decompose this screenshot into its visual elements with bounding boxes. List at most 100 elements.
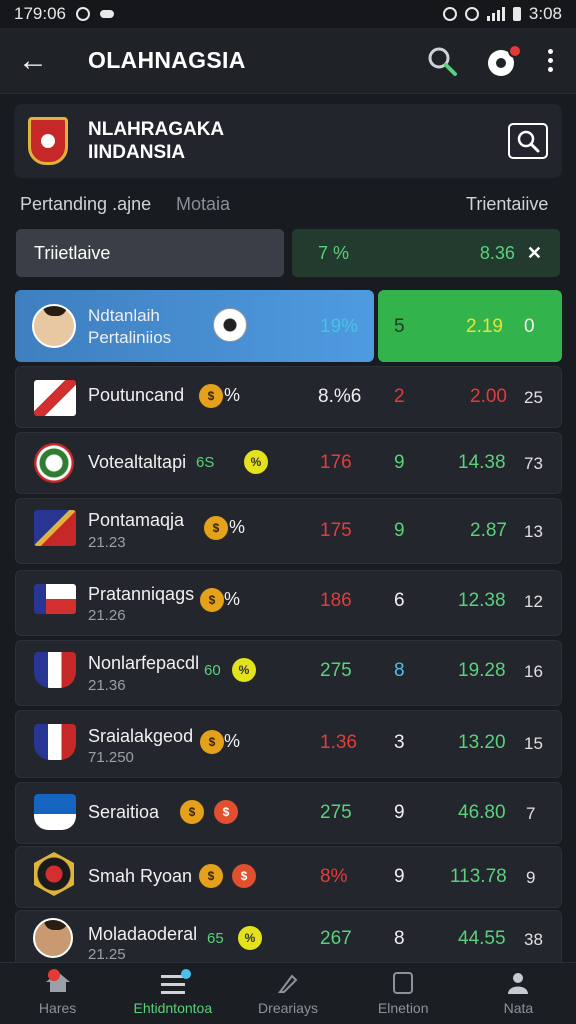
coin-icon: % xyxy=(238,926,262,950)
row-col1: 186 xyxy=(320,590,352,611)
row-col2: 9 xyxy=(394,520,405,541)
player-avatar xyxy=(33,918,73,958)
nav-profile[interactable]: Nata xyxy=(461,963,576,1024)
clipboard-icon xyxy=(393,971,414,994)
row-col2: 6 xyxy=(394,590,405,611)
coin-icon: $ xyxy=(200,588,224,612)
league-crest-icon xyxy=(28,117,68,165)
row-col3: 2.00 xyxy=(470,386,507,407)
row-col4: 7 xyxy=(526,804,536,823)
row-col4: 73 xyxy=(524,454,543,473)
row-col1: 1.36 xyxy=(320,732,357,753)
row-col3: 14.38 xyxy=(458,452,506,473)
row-col4: 38 xyxy=(524,930,543,949)
team-name: Pratanniqags xyxy=(88,584,195,604)
tab-matches[interactable]: Pertanding .ajne xyxy=(20,194,151,215)
coin-icon: $ xyxy=(232,864,256,888)
close-icon[interactable]: ✕ xyxy=(527,243,542,264)
row-tag: 60 xyxy=(204,662,221,679)
row-col1: 275 xyxy=(320,660,352,681)
row-col3: 19.28 xyxy=(458,660,506,681)
nav-election[interactable]: Elnetion xyxy=(346,963,461,1024)
team-name: Poutuncand xyxy=(88,385,185,405)
status-bar: 179:06 3:08 xyxy=(0,0,576,28)
highlight-col2: 2.19 xyxy=(466,316,503,337)
match-time: 21.26 xyxy=(88,607,126,624)
soccer-ball-icon xyxy=(213,308,247,342)
notification-icon xyxy=(76,7,90,21)
app-bar: ← OLAHNAGSIA xyxy=(0,28,576,94)
match-time: 71.250 xyxy=(88,749,134,766)
message-icon xyxy=(100,10,114,18)
filter-dropdown[interactable]: Triietlaive xyxy=(16,229,284,277)
row-tag: 6S xyxy=(196,454,215,471)
nav-draw[interactable]: Dreariays xyxy=(230,963,345,1024)
team-name: Sraialakgeod xyxy=(88,726,194,746)
row-col4: 15 xyxy=(524,734,543,753)
row-col3: 13.20 xyxy=(458,732,506,753)
player-avatar xyxy=(32,304,76,348)
coin-icon: $ xyxy=(199,864,223,888)
league-search-button[interactable] xyxy=(508,123,548,159)
team-crest-icon xyxy=(34,443,74,483)
coin-icon: $ xyxy=(204,516,228,540)
highlight-col1: 5 xyxy=(394,316,405,337)
signal-icon xyxy=(486,7,505,21)
more-menu-icon[interactable] xyxy=(548,49,554,72)
row-col4: 25 xyxy=(524,388,543,407)
highlight-pct: 19% xyxy=(320,316,359,337)
search-icon xyxy=(517,130,540,153)
row-col4: 16 xyxy=(524,662,543,681)
league-name: NLAHRAGAKA IINDANSIA xyxy=(88,118,224,164)
search-icon[interactable] xyxy=(426,45,458,77)
tab-tentative[interactable]: Trientaiive xyxy=(466,194,548,215)
row-col4: 13 xyxy=(524,522,543,541)
league-name-line1: NLAHRAGAKA xyxy=(88,119,225,140)
row-col4: 9 xyxy=(526,868,536,887)
row-col1: 176 xyxy=(320,452,352,473)
battery-icon xyxy=(512,7,521,21)
coin-icon: $ xyxy=(180,800,204,824)
coin-icon: $ xyxy=(200,730,224,754)
nav-home[interactable]: Hares xyxy=(0,963,115,1024)
coin-icon: $ xyxy=(199,384,223,408)
back-arrow-icon[interactable]: ← xyxy=(0,28,66,94)
nav-home-label: Hares xyxy=(38,999,77,1016)
league-name-line2: IINDANSIA xyxy=(88,142,186,163)
alarm-icon xyxy=(442,7,457,21)
row-col3: 44.55 xyxy=(458,928,506,949)
coin-icon: % xyxy=(244,450,268,474)
nav-matches[interactable]: Ehtidntontoa xyxy=(115,963,230,1024)
tab-motaia[interactable]: Motaia xyxy=(176,194,230,215)
odds-value-a: 7 % xyxy=(318,242,350,263)
match-time: 21.23 xyxy=(88,534,126,551)
highlight-name: Ndtanlaih xyxy=(88,306,160,325)
row-col3: 12.38 xyxy=(458,590,506,611)
page-title: OLAHNAGSIA xyxy=(88,47,246,73)
league-header: NLAHRAGAKA IINDANSIA xyxy=(14,104,562,178)
status-time-left: 179:06 xyxy=(14,4,66,23)
highlight-col3: 0 xyxy=(524,316,535,337)
row-col1: 175 xyxy=(320,520,352,541)
row-col1: 275 xyxy=(320,802,352,823)
row-tag: % xyxy=(224,589,241,609)
row-col2: 8 xyxy=(394,928,405,949)
team-name: Nonlarfepacdl xyxy=(88,653,200,673)
people-icon xyxy=(508,972,529,994)
nav-election-label: Elnetion xyxy=(377,999,429,1016)
team-crest-icon xyxy=(34,794,76,830)
row-col2: 3 xyxy=(394,732,405,753)
team-name: Votealtaltapi xyxy=(88,452,187,472)
odds-filter[interactable]: 7 % 8.36 ✕ xyxy=(292,229,560,277)
row-col2: 9 xyxy=(394,802,405,823)
coin-icon: % xyxy=(232,658,256,682)
match-time: 21.25 xyxy=(88,946,126,963)
filter-label: Triietlaive xyxy=(34,242,111,263)
row-col2: 9 xyxy=(394,866,405,887)
row-col3: 2.87 xyxy=(470,520,507,541)
team-flag-icon xyxy=(34,380,76,416)
notifications-button[interactable] xyxy=(488,43,522,76)
row-tag: % xyxy=(229,517,246,537)
row-col1: 267 xyxy=(320,928,352,949)
row-col3: 46.80 xyxy=(458,802,506,823)
